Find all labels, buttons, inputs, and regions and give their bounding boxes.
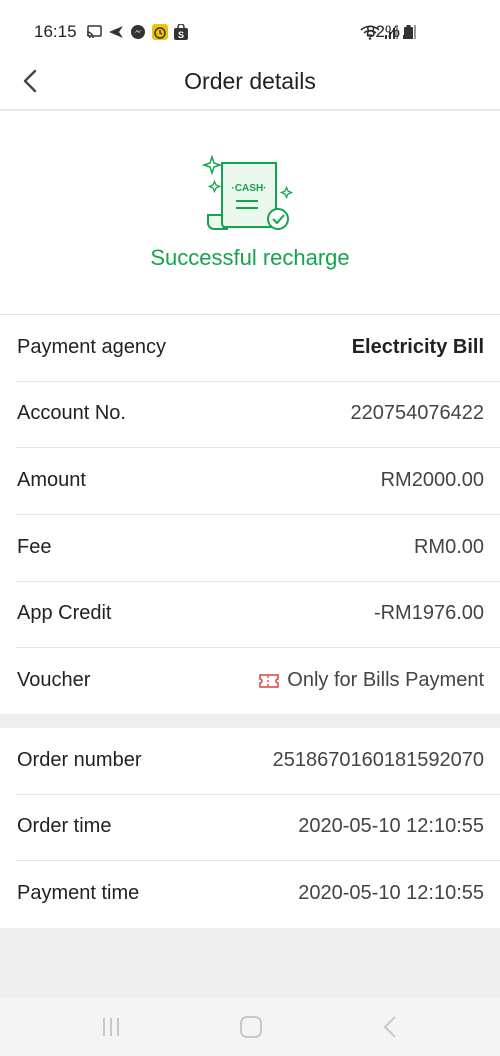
detail-row-fee: Fee RM0.00 [0,515,500,582]
detail-label: Fee [17,536,52,558]
detail-row-payment-agency: Payment agency Electricity Bill [0,315,500,382]
notification-icons: S [86,22,188,42]
detail-row-app-credit: App Credit -RM1976.00 [0,581,500,648]
detail-label: Amount [17,469,86,491]
send-icon [109,26,123,38]
detail-value: RM0.00 [413,536,484,558]
home-icon[interactable] [236,1014,266,1040]
detail-row-order-number: Order number 2518670160181592070 [0,728,500,795]
detail-value: Only for Bills Payment [287,669,484,691]
svg-text:S: S [178,30,184,40]
payment-details-card: Payment agency Electricity Bill Account … [0,314,500,714]
detail-value: RM2000.00 [380,469,484,491]
detail-value: 2518670160181592070 [272,749,484,771]
order-info-card: Order number 2518670160181592070 Order t… [0,728,500,928]
detail-row-payment-time: Payment time 2020-05-10 12:10:55 [0,861,500,928]
system-nav-bar [0,998,500,1056]
detail-label: App Credit [17,602,112,624]
detail-label: Account No. [17,402,126,424]
cash-label: ·CASH· [232,183,267,194]
detail-row-voucher[interactable]: Voucher Only for Bills Payment [0,648,500,715]
detail-label: Payment agency [17,336,166,358]
detail-row-amount: Amount RM2000.00 [0,448,500,515]
detail-label: Order number [17,749,142,771]
detail-label: Payment time [17,882,140,904]
recents-icon[interactable] [96,1014,126,1040]
detail-value: 2020-05-10 12:10:55 [298,882,484,904]
app-header: Order details [0,52,500,110]
cash-receipt-check-icon: ·CASH· [201,154,294,230]
ticket-icon [259,673,280,688]
battery-icon [404,25,413,39]
detail-value: 2020-05-10 12:10:55 [298,815,484,837]
detail-value: -RM1976.00 [373,602,484,624]
detail-label: Order time [17,815,112,837]
shopee-icon: S [174,24,188,40]
detail-row-account-no: Account No. 220754076422 [0,381,500,448]
messenger-icon [131,25,145,39]
detail-label: Voucher [17,669,91,691]
page-title: Order details [184,68,316,94]
back-icon[interactable] [376,1014,406,1040]
detail-row-order-time: Order time 2020-05-10 12:10:55 [0,794,500,861]
voucher-value: Only for Bills Payment [259,669,484,692]
recharge-status-text: Successful recharge [150,245,350,270]
detail-value: 220754076422 [350,402,484,424]
status-time: 16:15 [34,22,77,41]
detail-value: Electricity Bill [351,336,484,358]
alarm-app-icon [152,24,168,40]
cast-icon [86,25,102,39]
recharge-status-section: ·CASH· Successful recharge [0,111,500,314]
battery-percent: 82% [366,22,401,41]
